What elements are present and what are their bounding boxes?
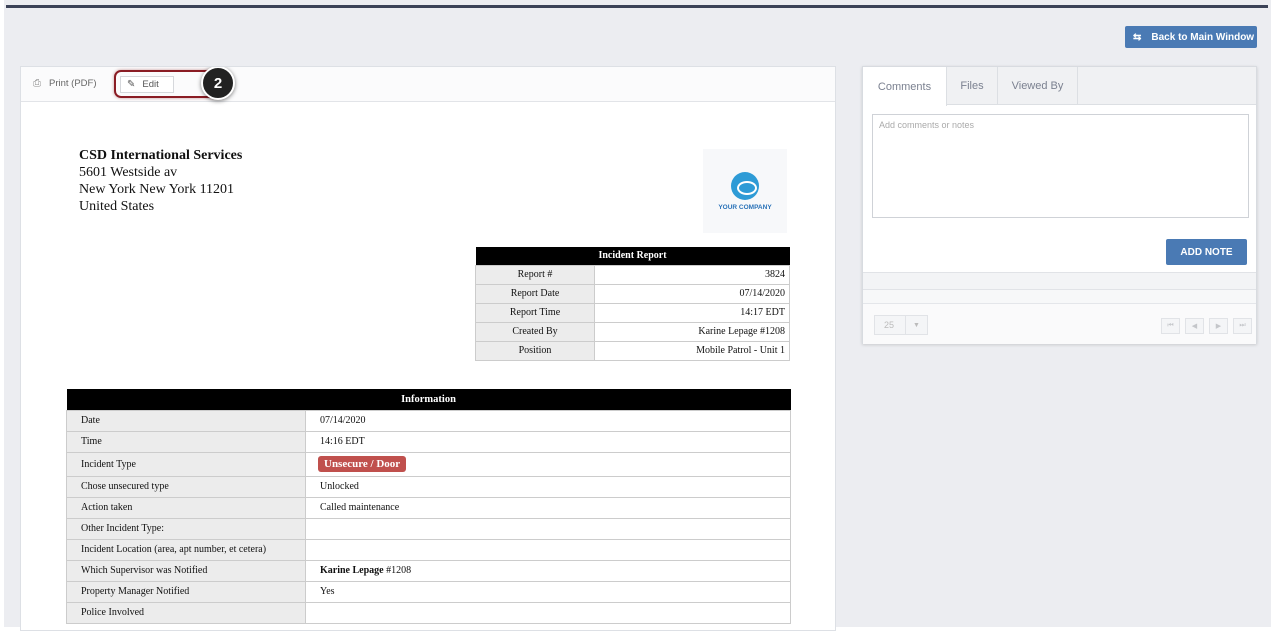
company-address-line2: New York New York 11201 bbox=[79, 182, 235, 197]
page-size-select[interactable]: 25 ▼ bbox=[874, 315, 928, 335]
company-country: United States bbox=[79, 199, 155, 214]
company-name: CSD International Services bbox=[79, 148, 243, 163]
info-label: Chose unsecured type bbox=[66, 475, 306, 498]
first-page-icon[interactable]: ⏮ bbox=[1161, 318, 1180, 334]
report-label: Created By bbox=[475, 321, 595, 342]
table-row: Report Date 07/14/2020 bbox=[475, 283, 790, 304]
table-row: Report Time 14:17 EDT bbox=[475, 302, 790, 323]
comments-tabs: Comments Files Viewed By bbox=[863, 67, 1256, 106]
info-value: Yes bbox=[305, 580, 791, 603]
notes-list-header bbox=[863, 272, 1256, 290]
info-value: Unsecure / Door bbox=[305, 451, 791, 477]
table-row: Report #3824 bbox=[475, 264, 790, 285]
wrench-icon: ✎ bbox=[127, 79, 136, 90]
report-value: 3824 bbox=[594, 264, 790, 285]
table-row: Police Involved bbox=[66, 601, 791, 624]
chevron-down-icon: ▼ bbox=[905, 316, 927, 334]
information-table: Information Date 07/14/2020 Time 14:16 EDT… bbox=[66, 389, 791, 624]
info-value: Called maintenance bbox=[305, 496, 791, 519]
print-label: Print (PDF) bbox=[49, 78, 97, 89]
table-row: Property Manager Notified Yes bbox=[66, 580, 791, 603]
report-label: Position bbox=[475, 340, 595, 361]
comment-input[interactable]: Add comments or notes bbox=[872, 114, 1249, 218]
comment-placeholder: Add comments or notes bbox=[879, 120, 975, 130]
prev-page-icon[interactable]: ◀ bbox=[1185, 318, 1204, 334]
report-value: Mobile Patrol - Unit 1 bbox=[594, 340, 790, 361]
supervisor-name: Karine Lepage bbox=[320, 565, 384, 576]
info-label: Other Incident Type: bbox=[66, 517, 306, 540]
info-value: 07/14/2020 bbox=[305, 409, 791, 432]
report-panel: ⎙ Print (PDF) ✎ Edit 2 CSD International… bbox=[20, 66, 836, 631]
incident-report-title: Incident Report bbox=[475, 247, 790, 265]
supervisor-id: #1208 bbox=[383, 565, 412, 576]
table-row: Position Mobile Patrol - Unit 1 bbox=[475, 340, 790, 361]
back-arrow-icon: ⇆ bbox=[1133, 31, 1142, 43]
info-label: Property Manager Notified bbox=[66, 580, 306, 603]
info-label: Police Involved bbox=[66, 601, 306, 624]
info-value: Unlocked bbox=[305, 475, 791, 498]
logo-text: YOUR COMPANY bbox=[718, 203, 772, 211]
company-address: CSD International Services 5601 Westside… bbox=[79, 147, 242, 215]
table-row: Incident Type Unsecure / Door bbox=[66, 451, 791, 477]
page-size-value: 25 bbox=[884, 320, 895, 330]
report-value: 14:17 EDT bbox=[594, 302, 790, 323]
table-row: Chose unsecured type Unlocked bbox=[66, 475, 791, 498]
incident-report-table: Incident Report Report #3824 Report Date… bbox=[475, 247, 790, 361]
info-label: Which Supervisor was Notified bbox=[66, 559, 306, 582]
logo-mark-icon bbox=[731, 171, 759, 200]
tab-comments[interactable]: Comments bbox=[863, 67, 947, 106]
table-row: Which Supervisor was Notified Karine Lepa… bbox=[66, 559, 791, 582]
report-label: Report # bbox=[475, 264, 595, 285]
report-label: Report Date bbox=[475, 283, 595, 304]
table-row: Date 07/14/2020 bbox=[66, 409, 791, 432]
step-badge: 2 bbox=[201, 67, 235, 100]
report-value: 07/14/2020 bbox=[594, 283, 790, 304]
info-value bbox=[305, 517, 791, 540]
last-page-icon[interactable]: ⏭ bbox=[1233, 318, 1252, 334]
edit-button[interactable]: ✎ Edit bbox=[120, 76, 174, 93]
info-label: Date bbox=[66, 409, 306, 432]
table-row: Time 14:16 EDT bbox=[66, 430, 791, 453]
pagination-bar: 25 ▼ ⏮ ◀ ▶ ⏭ bbox=[863, 304, 1256, 344]
comments-panel: Comments Files Viewed By Add comments or… bbox=[862, 66, 1257, 344]
company-logo: YOUR COMPANY bbox=[703, 149, 787, 233]
tab-files[interactable]: Files bbox=[947, 67, 998, 104]
info-value bbox=[305, 601, 791, 624]
company-address-line1: 5601 Westside av bbox=[79, 165, 178, 180]
report-value: Karine Lepage #1208 bbox=[594, 321, 790, 342]
incident-type-badge: Unsecure / Door bbox=[318, 456, 407, 472]
next-page-icon[interactable]: ▶ bbox=[1209, 318, 1228, 334]
tab-viewed-by[interactable]: Viewed By bbox=[998, 67, 1078, 104]
table-row: Incident Location (area, apt number, et … bbox=[66, 538, 791, 561]
table-row: Action taken Called maintenance bbox=[66, 496, 791, 519]
edit-label: Edit bbox=[142, 79, 159, 90]
pdf-icon: ⎙ bbox=[33, 78, 41, 89]
notes-list bbox=[863, 290, 1256, 304]
back-button-label: Back to Main Window bbox=[1151, 31, 1255, 43]
report-toolbar: ⎙ Print (PDF) ✎ Edit 2 bbox=[21, 67, 835, 102]
information-title: Information bbox=[66, 389, 791, 410]
report-label: Report Time bbox=[475, 302, 595, 323]
table-row: Other Incident Type: bbox=[66, 517, 791, 540]
back-to-main-window-button[interactable]: ⇆ Back to Main Window bbox=[1125, 26, 1257, 48]
info-label: Incident Location (area, apt number, et … bbox=[66, 538, 306, 561]
info-label: Incident Type bbox=[66, 451, 306, 477]
info-value bbox=[305, 538, 791, 561]
top-bar bbox=[6, 5, 1268, 8]
info-label: Time bbox=[66, 430, 306, 453]
info-value: Karine Lepage #1208 bbox=[305, 559, 791, 582]
info-value: 14:16 EDT bbox=[305, 430, 791, 453]
add-note-button[interactable]: ADD NOTE bbox=[1166, 239, 1247, 265]
table-row: Created By Karine Lepage #1208 bbox=[475, 321, 790, 342]
print-pdf-button[interactable]: ⎙ Print (PDF) bbox=[33, 78, 97, 89]
info-label: Action taken bbox=[66, 496, 306, 519]
